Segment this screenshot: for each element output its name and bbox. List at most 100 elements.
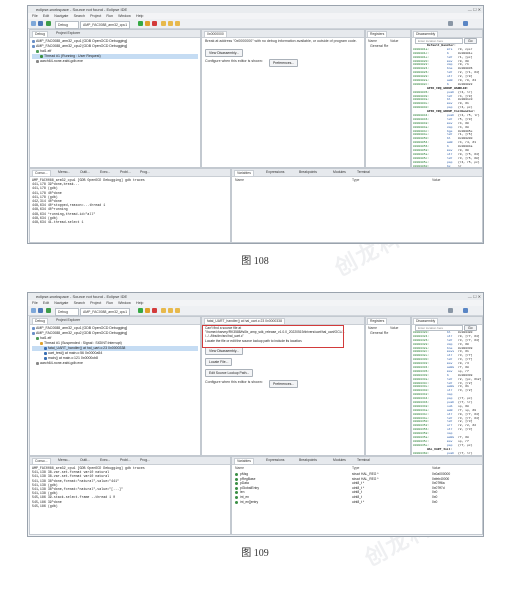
suspend-icon[interactable] [145,308,150,313]
tab-disassembly[interactable]: Disassembly [413,318,439,324]
tab-project-explorer[interactable]: Project Explorer [54,318,82,323]
view-disassembly-button[interactable]: View Disassembly... [205,347,244,355]
save-icon[interactable] [38,308,43,313]
edit-source-lookup-button[interactable]: Edit Source Lookup Path... [205,369,254,377]
locate-file-button[interactable]: Locate File... [205,358,233,366]
variable-row[interactable]: int_en[]entry uint8_t * 0x0 [235,500,479,505]
tab-editor[interactable]: fatal_UART_handler() at hal_uart.c:23 0x… [204,318,285,324]
tab-variables[interactable]: Variables [234,170,254,176]
debug-view: Debug Project Explorer AMP_FAC0088_arm32… [29,316,201,456]
tab-problems[interactable]: Probl... [118,170,133,175]
registers-tabs: Registers [366,30,410,38]
tab-disassembly[interactable]: Disassembly [413,31,439,37]
tab-breakpoints[interactable]: Breakpoints [297,458,319,463]
step-into-icon[interactable] [161,308,166,313]
launch-mode-select[interactable]: Debug [55,307,79,316]
window-title: eclipse-workspace - Source not found - E… [36,294,128,299]
tab-problems[interactable]: Probl... [118,458,133,463]
perspective-icon[interactable] [463,308,468,313]
terminate-icon[interactable] [152,21,157,26]
tab-modules[interactable]: Modules [331,170,348,175]
thread-icon [40,54,43,58]
tab-executables[interactable]: Exec... [98,458,112,463]
tab-memory[interactable]: Memo... [56,458,72,463]
tab-terminal[interactable]: Terminal [355,458,372,463]
new-icon[interactable] [31,308,36,313]
registers-view: Registers Name Value General Re [365,316,411,456]
tab-modules[interactable]: Modules [331,458,348,463]
tree-item[interactable]: aarch64-none-eabi-gdb.exe [32,59,198,64]
tab-breakpoints[interactable]: Breakpoints [297,170,319,175]
step-over-icon[interactable] [168,21,173,26]
registers-view: Registers Name Value General Re [365,29,411,168]
col-name: Name [368,39,378,43]
search-icon[interactable] [448,308,453,313]
view-disassembly-button[interactable]: View Disassembly... [205,49,244,57]
variables-view: Variables Expressions Breakpoints Module… [231,456,483,535]
register-group[interactable]: General Re [370,44,388,49]
debug-tabs: Debug Project Explorer [30,317,200,325]
col-name: Name [368,326,378,330]
tab-project-explorer[interactable]: Project Explorer [54,31,82,36]
step-into-icon[interactable] [161,21,166,26]
tab-registers[interactable]: Registers [367,31,388,37]
tab-outline[interactable]: Outli... [78,458,92,463]
tab-expressions[interactable]: Expressions [264,458,286,463]
step-return-icon[interactable] [175,308,180,313]
window-controls[interactable]: — ☐ ✕ [468,294,481,299]
preferences-button[interactable]: Preferences... [269,380,299,388]
configure-text: Configure when this editor is shown: [205,59,263,63]
launch-config-select[interactable]: AMP_FAC0088_arm32_cpu1 [80,307,130,316]
variable-icon [235,491,238,495]
tab-progress[interactable]: Prog... [138,170,152,175]
launch-icon [32,326,35,330]
debug-icon[interactable] [46,308,51,313]
tab-progress[interactable]: Prog... [138,458,152,463]
editor-message: Break at address "0x0000000" with no deb… [205,39,357,43]
tab-memory[interactable]: Memo... [56,170,72,175]
disassembly-view: Disassembly Enter location here Go 00000… [411,316,483,456]
terminate-icon[interactable] [152,308,157,313]
new-icon[interactable] [31,21,36,26]
console-body: AMP_FAC0088_arm32_cpu1 [GDB OpenOCD Debu… [32,178,145,224]
step-over-icon[interactable] [168,308,173,313]
debug-view: Debug Project Explorer AMP_FAC0088_arm32… [29,29,201,168]
preferences-button[interactable]: Preferences... [269,59,299,67]
tab-terminal[interactable]: Terminal [355,170,372,175]
col-type: Type [352,466,360,470]
tab-variables[interactable]: Variables [234,458,254,464]
debug-icon[interactable] [46,21,51,26]
tab-debug[interactable]: Debug [32,31,48,37]
tab-expressions[interactable]: Expressions [264,170,286,175]
tab-console[interactable]: Conso... [32,458,51,464]
search-icon[interactable] [448,21,453,26]
console-view: Conso... Memo... Outli... Exec... Probl.… [29,456,231,535]
tab-registers[interactable]: Registers [367,318,388,324]
window-controls[interactable]: — ☐ ✕ [468,7,481,12]
tab-console[interactable]: Conso... [32,170,51,176]
register-group[interactable]: General Re [370,331,388,336]
launch-config-select[interactable]: AMP_FAC0088_arm32_cpu1 [80,20,130,29]
variable-icon [235,482,238,486]
tab-editor[interactable]: 0x0000000 [204,31,227,37]
step-return-icon[interactable] [175,21,180,26]
variable-icon [235,473,238,476]
col-value: Value [390,326,399,330]
tab-debug[interactable]: Debug [32,318,48,324]
debug-tabs: Debug Project Explorer [30,30,200,38]
save-icon[interactable] [38,21,43,26]
stack-frame-icon [44,346,47,350]
resume-icon[interactable] [138,308,143,313]
perspective-icon[interactable] [463,21,468,26]
disassembly-listing: Default_Handler: 0000001a: mrs r0, cpsr 0000… [413,44,481,167]
launch-mode-select[interactable]: Debug [55,20,79,29]
tab-executables[interactable]: Exec... [98,170,112,175]
tab-outline[interactable]: Outli... [78,170,92,175]
console-line: 545,186 (gdb) [32,503,58,508]
variables-table: pMsg struct HAL_REG * 0x0a000000 pRegBase st… [235,472,479,504]
eclipse-window-1: eclipse-workspace - Source not found - E… [27,5,484,244]
process-icon [36,336,39,340]
tree-item[interactable]: aarch64-none-eabi-gdb.exe [32,361,198,366]
resume-icon[interactable] [138,21,143,26]
suspend-icon[interactable] [145,21,150,26]
